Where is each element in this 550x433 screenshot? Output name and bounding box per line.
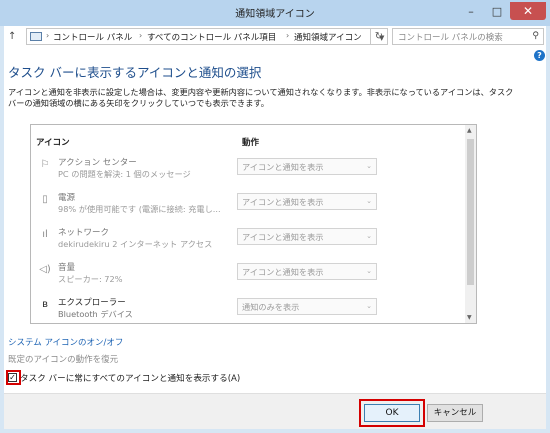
- breadcrumb-control-panel[interactable]: コントロール パネル: [53, 31, 132, 43]
- chevron-right-icon[interactable]: ›: [139, 31, 142, 40]
- item-subtitle: Bluetooth デバイス: [58, 309, 133, 319]
- item-subtitle: PC の問題を解決: 1 個のメッセージ: [58, 169, 191, 179]
- behavior-value: アイコンと通知を表示: [242, 232, 324, 242]
- always-show-label[interactable]: タスク バーに常にすべてのアイコンと通知を表示する(A): [20, 372, 240, 384]
- minimize-button[interactable]: –: [458, 2, 484, 20]
- scroll-up-icon[interactable]: ▲: [467, 127, 472, 134]
- network-icon: ıl: [42, 229, 48, 240]
- battery-icon: ▯: [42, 194, 48, 205]
- column-header-icon: アイコン: [36, 138, 70, 148]
- always-show-checkbox[interactable]: ✓: [8, 373, 17, 382]
- chevron-right-icon[interactable]: ›: [46, 31, 49, 40]
- list-item: ◁) 音量 スピーカー: 72% アイコンと通知を表示 ⌄: [31, 260, 461, 290]
- breadcrumb-all-items[interactable]: すべてのコントロール パネル項目: [147, 31, 276, 43]
- behavior-value: アイコンと通知を表示: [242, 267, 324, 277]
- ok-button[interactable]: OK: [364, 404, 420, 422]
- breadcrumb[interactable]: › コントロール パネル › すべてのコントロール パネル項目 › 通知領域アイ…: [26, 28, 384, 45]
- breadcrumb-notification-icons[interactable]: 通知領域アイコン: [294, 31, 362, 43]
- chevron-down-icon: ⌄: [366, 267, 372, 275]
- item-subtitle: 98% が使用可能です (電源に接続: 充電し...: [58, 204, 221, 214]
- behavior-value: 通知のみを表示: [242, 302, 300, 312]
- control-panel-icon: [30, 32, 42, 41]
- search-icon[interactable]: ⚲: [532, 31, 539, 41]
- speaker-icon: ◁): [39, 264, 51, 275]
- main-content: ? タスク バーに表示するアイコンと通知の選択 アイコンと通知を非表示に設定した…: [4, 48, 546, 393]
- behavior-dropdown[interactable]: アイコンと通知を表示 ⌄: [237, 193, 377, 210]
- item-name: エクスプローラー: [58, 298, 126, 308]
- column-header-action: 動作: [242, 138, 260, 148]
- system-icons-link[interactable]: システム アイコンのオン/オフ: [8, 336, 123, 348]
- bluetooth-icon: ʙ: [42, 299, 48, 310]
- chevron-down-icon: ⌄: [366, 162, 372, 170]
- item-name: 電源: [58, 193, 76, 203]
- item-subtitle: スピーカー: 72%: [58, 274, 123, 284]
- item-name: ネットワーク: [58, 228, 110, 238]
- maximize-button[interactable]: □: [484, 2, 510, 20]
- restore-defaults-link[interactable]: 既定のアイコンの動作を復元: [8, 353, 118, 365]
- search-placeholder: コントロール パネルの検索: [398, 33, 503, 43]
- list-item: ʙ エクスプローラー Bluetooth デバイス 通知のみを表示 ⌄: [31, 295, 461, 323]
- item-name: 音量: [58, 263, 76, 273]
- behavior-dropdown[interactable]: 通知のみを表示 ⌄: [237, 298, 377, 315]
- chevron-down-icon: ⌄: [366, 197, 372, 205]
- item-name: アクション センター: [58, 158, 137, 168]
- button-bar: OK キャンセル: [4, 393, 546, 429]
- flag-icon: ⚐: [40, 159, 50, 170]
- chevron-right-icon[interactable]: ›: [286, 31, 289, 40]
- help-icon[interactable]: ?: [534, 50, 545, 61]
- vertical-scrollbar[interactable]: ▲ ▼: [465, 125, 476, 323]
- behavior-dropdown[interactable]: アイコンと通知を表示 ⌄: [237, 263, 377, 280]
- behavior-dropdown[interactable]: アイコンと通知を表示 ⌄: [237, 158, 377, 175]
- up-arrow-icon[interactable]: ↑: [8, 31, 16, 42]
- list-item: ▯ 電源 98% が使用可能です (電源に接続: 充電し... アイコンと通知を…: [31, 190, 461, 220]
- scrollbar-thumb[interactable]: [467, 139, 474, 285]
- address-bar: ↑ › コントロール パネル › すべてのコントロール パネル項目 › 通知領域…: [4, 26, 546, 48]
- description-text: アイコンと通知を非表示に設定した場合は、変更内容や更新内容について通知されなくな…: [8, 87, 514, 108]
- list-item: ⚐ アクション センター PC の問題を解決: 1 個のメッセージ アイコンと通…: [31, 155, 461, 185]
- cancel-button[interactable]: キャンセル: [427, 404, 483, 422]
- window-frame: 通知領域アイコン – □ ✕ ↑ › コントロール パネル › すべてのコントロ…: [0, 0, 550, 433]
- page-title: タスク バーに表示するアイコンと通知の選択: [8, 65, 262, 80]
- list-item: ıl ネットワーク dekirudekiru 2 インターネット アクセス アイ…: [31, 225, 461, 255]
- behavior-value: アイコンと通知を表示: [242, 197, 324, 207]
- chevron-down-icon: ⌄: [366, 232, 372, 240]
- close-button[interactable]: ✕: [510, 2, 546, 20]
- scroll-down-icon[interactable]: ▼: [467, 314, 472, 321]
- item-subtitle: dekirudekiru 2 インターネット アクセス: [58, 239, 213, 249]
- search-input[interactable]: コントロール パネルの検索 ⚲: [392, 28, 544, 45]
- refresh-icon[interactable]: ↻: [371, 28, 388, 45]
- icon-behavior-list[interactable]: アイコン 動作 ⚐ アクション センター PC の問題を解決: 1 個のメッセー…: [30, 124, 477, 324]
- behavior-value: アイコンと通知を表示: [242, 162, 324, 172]
- chevron-down-icon: ⌄: [366, 302, 372, 310]
- behavior-dropdown[interactable]: アイコンと通知を表示 ⌄: [237, 228, 377, 245]
- title-bar[interactable]: 通知領域アイコン – □ ✕: [0, 0, 550, 26]
